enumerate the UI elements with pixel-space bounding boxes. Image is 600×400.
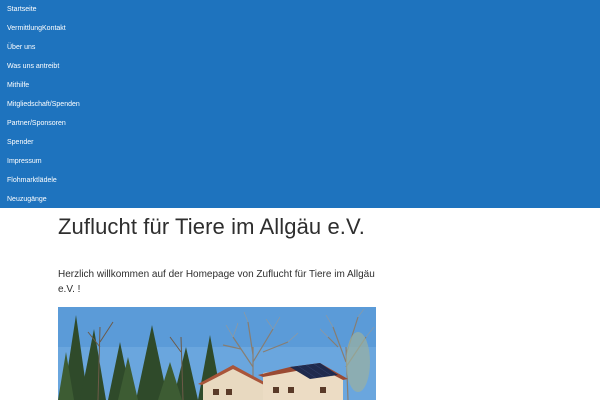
nav-item-partner-sponsoren[interactable]: Partner/Sponsoren [0, 114, 600, 133]
nav-item-mitgliedschaft-spenden[interactable]: Mitgliedschaft/Spenden [0, 95, 600, 114]
nav-item-neuzugaenge[interactable]: Neuzugänge [0, 190, 600, 209]
nav-item-ueber-uns[interactable]: Über uns [0, 38, 600, 57]
nav-item-mithilfe[interactable]: Mithilfe [0, 76, 600, 95]
nav-item-impressum[interactable]: Impressum [0, 152, 600, 171]
nav-menu: Startseite VermittlungKontakt Über uns W… [0, 0, 600, 209]
page-title: Zuflucht für Tiere im Allgäu e.V. [58, 214, 365, 239]
nav-item-vermittlung-kontakt[interactable]: VermittlungKontakt [0, 19, 600, 38]
nav-item-spender[interactable]: Spender [0, 133, 600, 152]
nav-item-startseite[interactable]: Startseite [0, 0, 600, 19]
nav-item-flohmarktlaedele[interactable]: Flohmarktlädele [0, 171, 600, 190]
welcome-text: Herzlich willkommen auf der Homepage von… [58, 269, 375, 295]
house-photo [58, 307, 376, 400]
main-navigation: Startseite VermittlungKontakt Über uns W… [0, 0, 600, 208]
nav-item-was-uns-antreibt[interactable]: Was uns antreibt [0, 57, 600, 76]
house-photo-illustration [58, 307, 376, 400]
